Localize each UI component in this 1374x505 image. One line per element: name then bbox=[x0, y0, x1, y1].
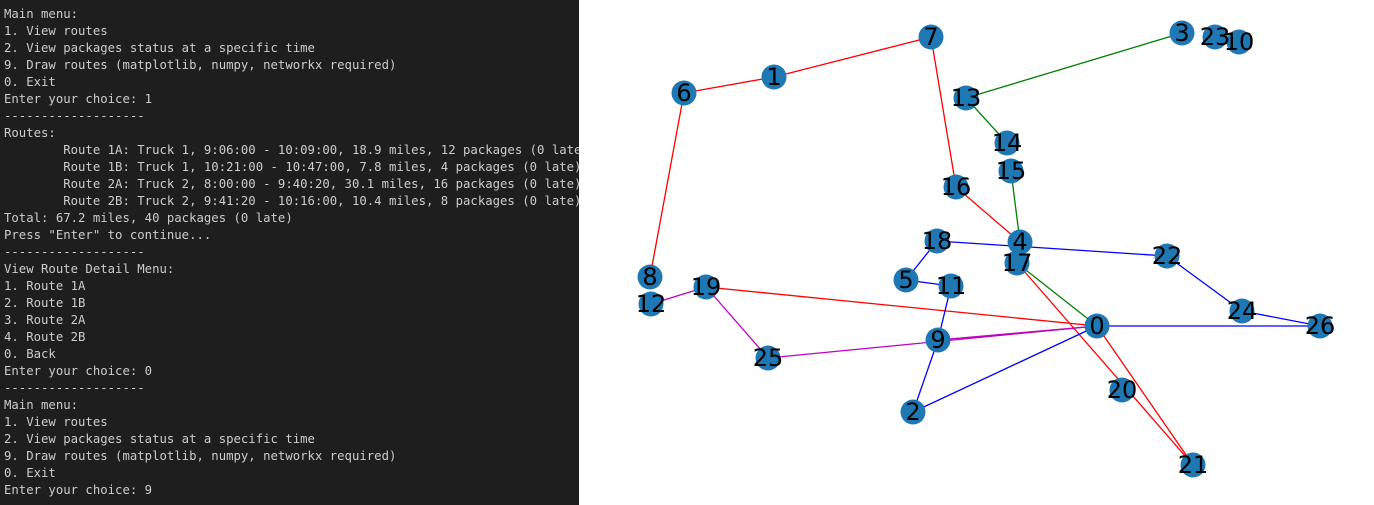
graph-node-label: 8 bbox=[642, 263, 657, 291]
terminal-line: 2. View packages status at a specific ti… bbox=[4, 432, 315, 446]
route-edge bbox=[937, 325, 1098, 341]
route-graph-plot: 0 1 2 3 4 5 6 7 8 9 10 11 12 13 14 15 16 17 18 19 20 21 22 23 24… bbox=[579, 0, 1374, 505]
graph-node-label: 11 bbox=[936, 272, 967, 300]
graph-node-label: 9 bbox=[930, 326, 945, 354]
terminal-line: View Route Detail Menu: bbox=[4, 262, 175, 276]
graph-node-label: 12 bbox=[636, 290, 667, 318]
route-node-labels: 0123456789101112131415161718192021222324… bbox=[636, 19, 1336, 479]
graph-node-label: 21 bbox=[1178, 451, 1209, 479]
terminal-line: 4. Route 2B bbox=[4, 330, 86, 344]
graph-node-label: 3 bbox=[1174, 19, 1189, 47]
graph-node-label: 16 bbox=[941, 173, 972, 201]
graph-node-label: 18 bbox=[922, 227, 953, 255]
terminal-line: Press "Enter" to continue... bbox=[4, 228, 212, 242]
terminal-line: ------------------- bbox=[4, 245, 145, 259]
graph-node-label: 26 bbox=[1305, 312, 1336, 340]
terminal-line: 2. Route 1B bbox=[4, 296, 86, 310]
graph-node-label: 0 bbox=[1089, 312, 1104, 340]
graph-node-label: 1 bbox=[766, 63, 781, 91]
route-edge bbox=[773, 36, 932, 78]
route-graph-canvas: 0123456789101112131415161718192021222324… bbox=[636, 19, 1336, 479]
terminal-line: ------------------- bbox=[4, 381, 145, 395]
graph-node-label: 14 bbox=[992, 129, 1023, 157]
graph-node-label: 6 bbox=[676, 79, 691, 107]
terminal-line: Enter your choice: 1 bbox=[4, 92, 153, 106]
graph-node-label: 5 bbox=[898, 266, 913, 294]
terminal-line: Main menu: bbox=[4, 7, 79, 21]
graph-node-label: 23 bbox=[1200, 23, 1231, 51]
terminal-window[interactable]: ------------------- Main menu: 1. View rou… bbox=[0, 0, 579, 505]
terminal-line: Total: 67.2 miles, 40 packages (0 late) bbox=[4, 211, 293, 225]
terminal-line: Enter your choice: 0 bbox=[4, 364, 153, 378]
terminal-line: 0. Exit bbox=[4, 75, 56, 89]
terminal-line: Route 1A: Truck 1, 9:06:00 - 10:09:00, 1… bbox=[4, 143, 579, 157]
graph-node-label: 25 bbox=[753, 344, 784, 372]
terminal-line: Enter your choice: 9 bbox=[4, 483, 153, 497]
terminal-line: 0. Back bbox=[4, 347, 56, 361]
graph-node-label: 19 bbox=[691, 273, 722, 301]
terminal-line: ------------------- bbox=[4, 109, 145, 123]
route-edge bbox=[965, 32, 1183, 99]
terminal-line: 1. View routes bbox=[4, 415, 108, 429]
terminal-line: Route 1B: Truck 1, 10:21:00 - 10:47:00, … bbox=[4, 160, 579, 174]
terminal-line: 2. View packages status at a specific ti… bbox=[4, 41, 315, 55]
terminal-line: Routes: bbox=[4, 126, 56, 140]
route-edge bbox=[936, 240, 1168, 257]
terminal-line: 3. Route 2A bbox=[4, 313, 86, 327]
route-edge bbox=[1016, 262, 1194, 466]
graph-node-label: 2 bbox=[905, 398, 920, 426]
route-edges bbox=[649, 32, 1321, 466]
terminal-line: Route 2A: Truck 2, 8:00:00 - 9:40:20, 30… bbox=[4, 177, 579, 191]
route-nodes bbox=[637, 20, 1333, 478]
graph-node-label: 15 bbox=[996, 157, 1027, 185]
route-edge bbox=[930, 36, 957, 188]
graph-node-label: 22 bbox=[1152, 242, 1183, 270]
terminal-line: 1. Route 1A bbox=[4, 279, 86, 293]
terminal-line: 1. View routes bbox=[4, 24, 108, 38]
graph-node-label: 24 bbox=[1227, 297, 1258, 325]
terminal-output: ------------------- Main menu: 1. View rou… bbox=[4, 0, 579, 499]
terminal-line: 9. Draw routes (matplotlib, numpy, netwo… bbox=[4, 449, 397, 463]
terminal-line: 9. Draw routes (matplotlib, numpy, netwo… bbox=[4, 58, 397, 72]
graph-node-label: 13 bbox=[951, 84, 982, 112]
graph-node-label: 7 bbox=[923, 23, 938, 51]
terminal-line: Main menu: bbox=[4, 398, 79, 412]
terminal-line: Route 2B: Truck 2, 9:41:20 - 10:16:00, 1… bbox=[4, 194, 579, 208]
route-edge bbox=[649, 92, 685, 278]
route-edge bbox=[683, 76, 775, 94]
terminal-line: 0. Exit bbox=[4, 466, 56, 480]
graph-node-label: 20 bbox=[1107, 376, 1138, 404]
graph-node-label: 17 bbox=[1002, 249, 1033, 277]
